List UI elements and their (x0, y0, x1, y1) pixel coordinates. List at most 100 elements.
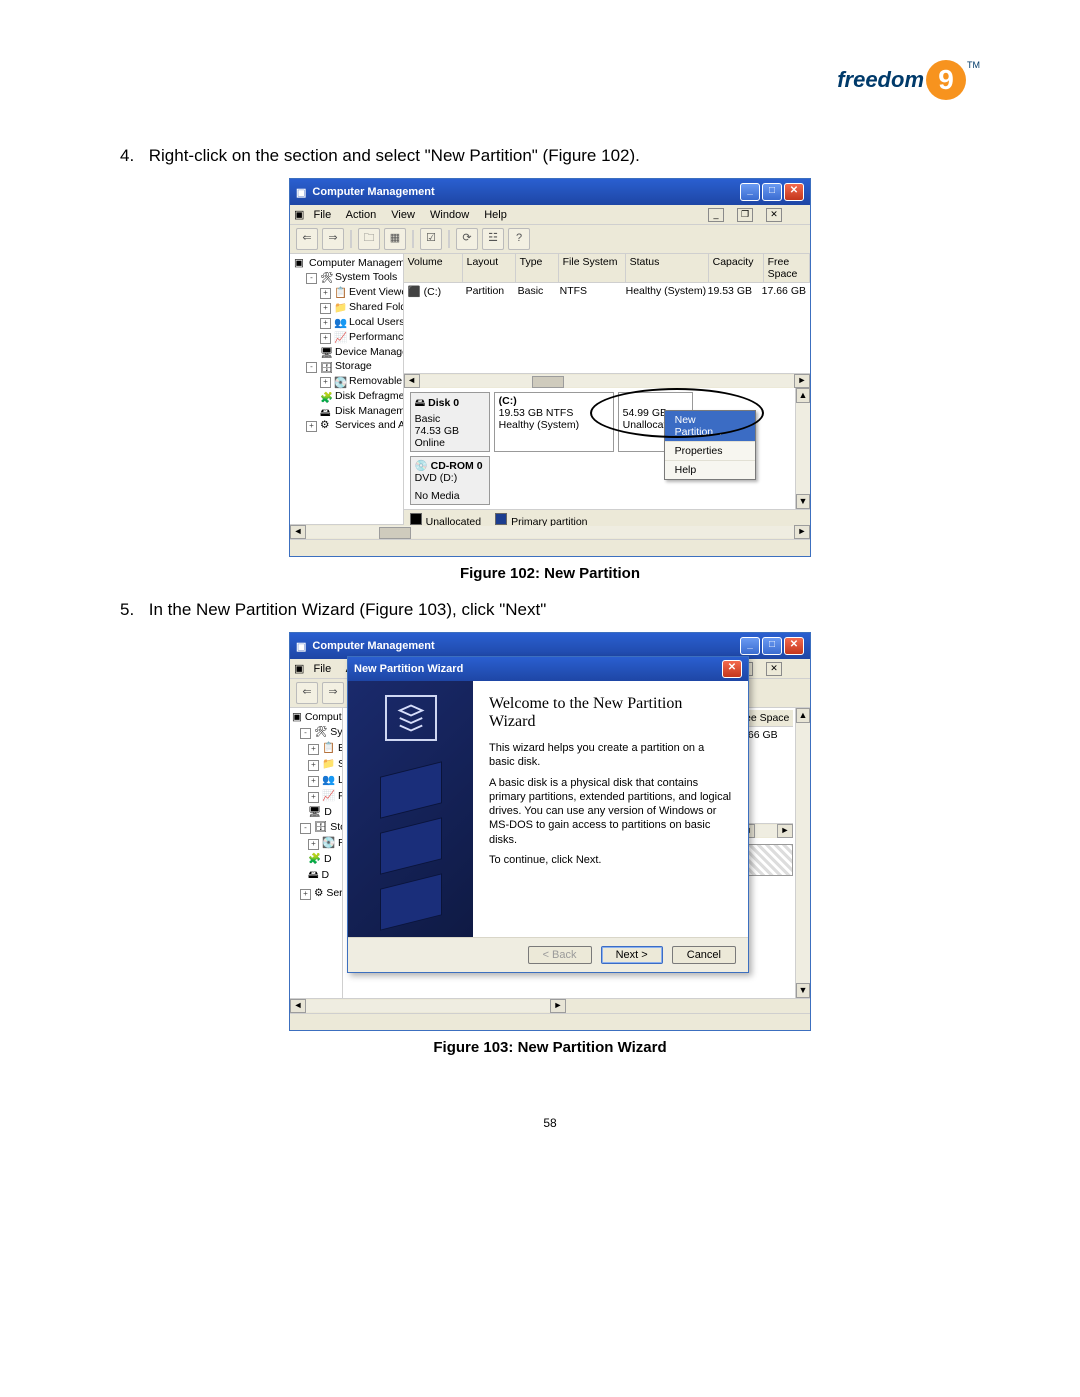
wizard-back-button: < Back (528, 946, 592, 964)
maximize-button[interactable]: □ (762, 637, 782, 655)
mdi-close-button[interactable]: ✕ (766, 208, 782, 222)
tree-h-scrollbar[interactable]: ◄► (290, 524, 810, 539)
hdr-status[interactable]: Status (626, 254, 709, 282)
nav-tree-2[interactable]: ▣ Compute -🛠 Syste +📋 E +📁 S +👥 L +📈 P 🖥… (290, 708, 343, 998)
up-button[interactable]: 🗀 (358, 228, 380, 250)
close-button[interactable]: ✕ (784, 637, 804, 655)
tree-storage[interactable]: Storage (335, 360, 372, 372)
tree-removable[interactable]: Removable Storage (349, 375, 404, 387)
ctx-new-partition[interactable]: New Partition... (665, 411, 755, 442)
page-number: 58 (120, 1116, 980, 1130)
fig102-window: ▣ Computer Management _ □ ✕ ▣ File Actio… (289, 178, 811, 557)
menu-file[interactable]: File (313, 663, 331, 675)
wizard-next-button[interactable]: Next > (601, 946, 663, 964)
menu-view[interactable]: View (391, 209, 415, 221)
scroll-down-button[interactable]: ▼ (796, 494, 810, 509)
wizard-p1: This wizard helps you create a partition… (489, 741, 732, 770)
tree-localusers[interactable]: Local Users and Groups (349, 316, 404, 328)
tree-root[interactable]: Computer Management (Local) (309, 257, 404, 269)
v-scrollbar-2[interactable]: ▲▼ (795, 708, 810, 998)
table-row: ⬛ (C:) Partition Basic NTFS Healthy (Sys… (404, 283, 810, 300)
close-button[interactable]: ✕ (784, 183, 804, 201)
settings-button[interactable]: ☳ (482, 228, 504, 250)
window-title-2: Computer Management (312, 640, 434, 652)
wizard-title: New Partition Wizard (354, 663, 463, 675)
disk-map[interactable]: 🖴 Disk 0 Basic 74.53 GB Online (C:) 19.5… (404, 388, 795, 509)
hdr-volume[interactable]: Volume (404, 254, 463, 282)
statusbar-2 (290, 1013, 810, 1030)
help-button[interactable]: ? (508, 228, 530, 250)
views-button[interactable]: ▦ (384, 228, 406, 250)
tree-eventviewer[interactable]: Event Viewer (349, 286, 404, 298)
step-5: 5. In the New Partition Wizard (Figure 1… (120, 600, 980, 620)
unallocated-clip (743, 844, 793, 876)
tree-devicemgr[interactable]: Device Manager (335, 346, 404, 358)
v-scrollbar[interactable]: ▲ ▼ (795, 388, 810, 509)
hdr-cap[interactable]: Capacity (709, 254, 764, 282)
ctx-properties[interactable]: Properties (665, 442, 755, 461)
nav-tree[interactable]: ▣Computer Management (Local) -🛠System To… (290, 254, 404, 524)
tree-h-scrollbar-2[interactable]: ◄► (290, 998, 810, 1013)
disk0-info[interactable]: 🖴 Disk 0 Basic 74.53 GB Online (410, 392, 490, 452)
maximize-button[interactable]: □ (762, 183, 782, 201)
wizard-cancel-button[interactable]: Cancel (672, 946, 736, 964)
mdi-restore-button[interactable]: ❐ (737, 208, 753, 222)
mdi-min-button[interactable]: _ (708, 208, 724, 222)
hdr-fs[interactable]: File System (559, 254, 626, 282)
menu-file[interactable]: File (313, 209, 331, 221)
tree-systools[interactable]: System Tools (335, 271, 397, 283)
scroll-thumb[interactable] (532, 376, 564, 388)
hdr-layout[interactable]: Layout (463, 254, 516, 282)
partition-c[interactable]: (C:) 19.53 GB NTFS Healthy (System) (494, 392, 614, 452)
properties-button[interactable]: ☑ (420, 228, 442, 250)
cdrom-info[interactable]: 💿 CD-ROM 0 DVD (D:) No Media (410, 456, 490, 505)
refresh-button[interactable]: ⟳ (456, 228, 478, 250)
wizard-close-button[interactable]: ✕ (722, 660, 742, 678)
hdr-free[interactable]: Free Space (764, 254, 810, 282)
menu-window[interactable]: Window (430, 209, 469, 221)
toolbar: ⇐ ⇒ 🗀 ▦ ☑ ⟳ ☳ ? (290, 225, 810, 254)
wizard-p3: To continue, click Next. (489, 853, 732, 867)
volume-list[interactable]: ⬛ (C:) Partition Basic NTFS Healthy (Sys… (404, 283, 810, 373)
forward-button[interactable]: ⇒ (322, 228, 344, 250)
scroll-right-button[interactable]: ► (794, 374, 810, 388)
window-title: Computer Management (312, 186, 434, 198)
menu-help[interactable]: Help (484, 209, 507, 221)
step-4-text: Right-click on the section and select "N… (149, 146, 640, 165)
wizard-p2: A basic disk is a physical disk that con… (489, 776, 732, 847)
scroll-left-button[interactable]: ◄ (404, 374, 420, 388)
ctx-help[interactable]: Help (665, 461, 755, 479)
tree-sharedfolders[interactable]: Shared Folders (349, 301, 404, 313)
minimize-button[interactable]: _ (740, 637, 760, 655)
menu-action[interactable]: Action (346, 209, 377, 221)
app-icon: ▣ (296, 640, 306, 653)
back-button[interactable]: ⇐ (296, 682, 318, 704)
fig103-window: ▣ Computer Management _ □ ✕ ▣ File A _ ❐… (289, 632, 811, 1031)
logo-tm: TM (967, 60, 980, 70)
menubar: ▣ File Action View Window Help _ ❐ ✕ (290, 205, 810, 225)
tree-services[interactable]: Services and Applications (335, 419, 404, 431)
logo-text: freedom (837, 67, 924, 92)
forward-button[interactable]: ⇒ (322, 682, 344, 704)
hdr-type[interactable]: Type (516, 254, 559, 282)
figure-102-caption: Figure 102: New Partition (120, 565, 980, 582)
step-5-num: 5. (120, 600, 144, 620)
tree-defrag[interactable]: Disk Defragmenter (335, 390, 404, 402)
tree-diskmgmt[interactable]: Disk Management (335, 405, 404, 417)
step-4-num: 4. (120, 146, 144, 166)
app-icon: ▣ (296, 186, 306, 199)
h-scrollbar[interactable]: ◄ ► (404, 373, 810, 388)
statusbar (290, 539, 810, 556)
tree-perflogs[interactable]: Performance Logs and Alerts (349, 331, 404, 343)
brand-logo: freedom9TM (837, 60, 980, 100)
minimize-button[interactable]: _ (740, 183, 760, 201)
scroll-up-button[interactable]: ▲ (796, 388, 810, 403)
figure-103-caption: Figure 103: New Partition Wizard (120, 1039, 980, 1056)
stack-icon (385, 695, 437, 741)
back-button[interactable]: ⇐ (296, 228, 318, 250)
step-5-text: In the New Partition Wizard (Figure 103)… (149, 600, 547, 619)
logo-nine: 9 (926, 60, 966, 100)
wizard-dialog: New Partition Wizard ✕ (347, 656, 749, 973)
mdi-close-button[interactable]: ✕ (766, 662, 782, 676)
volume-header: Volume Layout Type File System Status Ca… (404, 254, 810, 283)
